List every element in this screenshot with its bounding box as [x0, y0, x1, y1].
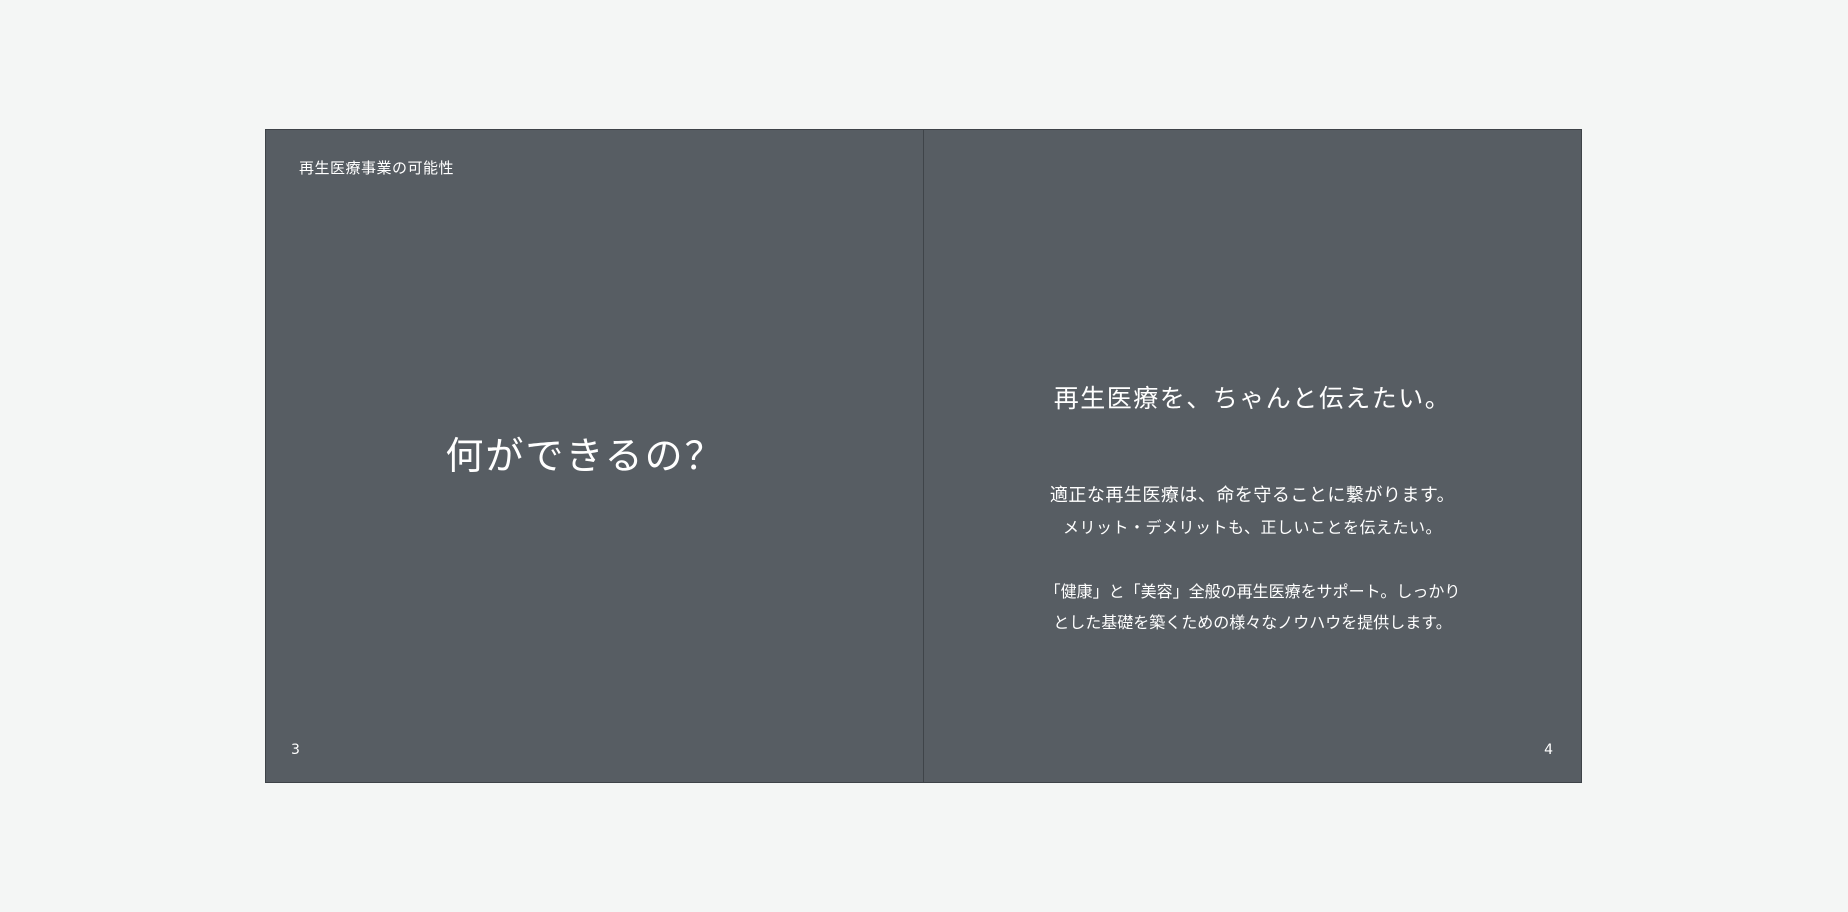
- booklet-spread: 再生医療事業の可能性 何ができるの？ 3 再生医療を、ちゃんと伝えたい。 適正な…: [265, 129, 1582, 783]
- lead-text: 適正な再生医療は、命を守ることに繋がります。 メリット・デメリットも、正しいこと…: [924, 480, 1581, 544]
- running-head: 再生医療事業の可能性: [299, 159, 455, 177]
- right-page: 再生医療を、ちゃんと伝えたい。 適正な再生医療は、命を守ることに繋がります。 メ…: [924, 130, 1581, 782]
- page-title: 何ができるの？: [266, 425, 924, 480]
- page-number-right: 4: [1544, 742, 1553, 758]
- page-number-left: 3: [291, 742, 300, 758]
- page-title-text: 何ができるの？: [445, 434, 725, 478]
- lead-line: メリット・デメリットも、正しいことを伝えたい。: [1062, 518, 1443, 537]
- body-line: 「健康」と「美容」全般の再生医療をサポート。しっかり: [1044, 582, 1461, 601]
- body-text: 「健康」と「美容」全般の再生医療をサポート。しっかり とした基礎を築くための様々…: [924, 576, 1581, 638]
- left-page: 再生医療事業の可能性 何ができるの？ 3: [266, 130, 924, 782]
- section-heading: 再生医療を、ちゃんと伝えたい。: [1053, 384, 1452, 413]
- body-line: とした基礎を築くための様々なノウハウを提供します。: [1053, 613, 1452, 632]
- lead-line: 適正な再生医療は、命を守ることに繋がります。: [1049, 485, 1456, 506]
